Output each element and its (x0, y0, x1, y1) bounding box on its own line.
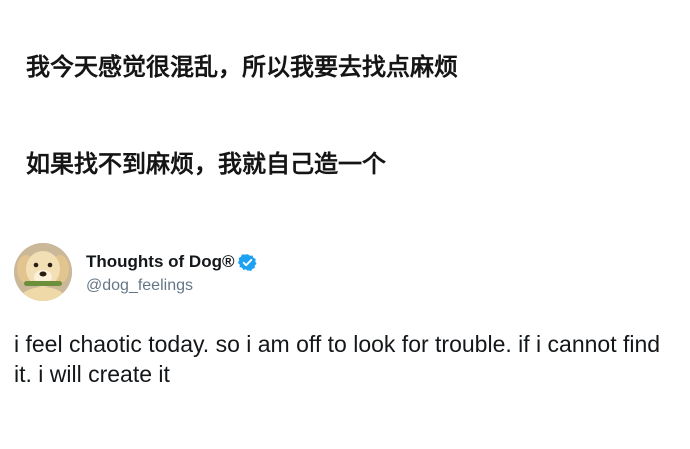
dog-avatar-icon (14, 243, 72, 301)
tweet-card: Thoughts of Dog® @dog_feelings i feel ch… (0, 238, 690, 449)
tweet-text: i feel chaotic today. so i am off to loo… (14, 331, 661, 387)
user-handle[interactable]: @dog_feelings (86, 276, 193, 296)
tweet-author[interactable]: Thoughts of Dog® (86, 251, 258, 273)
display-name[interactable]: Thoughts of Dog® (86, 251, 234, 273)
avatar[interactable] (14, 243, 72, 301)
caption-line-2: 如果找不到麻烦，我就自己造一个 (26, 150, 386, 178)
caption-line-1: 我今天感觉很混乱，所以我要去找点麻烦 (26, 53, 458, 81)
verified-badge-icon (238, 253, 258, 272)
